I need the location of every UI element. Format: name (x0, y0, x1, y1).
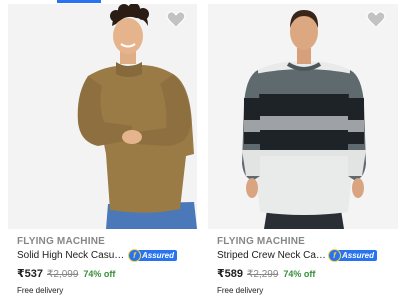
price-row: ₹589 ₹2,299 74% off (217, 267, 315, 280)
original-price: ₹2,299 (247, 269, 279, 280)
flipkart-logo-icon: f (328, 249, 341, 262)
assured-badge-label: Assured (336, 250, 378, 261)
product-title[interactable]: Striped Crew Neck Casu... (217, 250, 327, 261)
selling-price: ₹537 (17, 268, 44, 280)
product-brand: FLYING MACHINE (217, 236, 305, 247)
wishlist-heart-icon[interactable] (166, 10, 186, 28)
selling-price: ₹589 (217, 268, 244, 280)
wishlist-heart-icon[interactable] (366, 10, 386, 28)
product-brand: FLYING MACHINE (17, 236, 105, 247)
product-image[interactable] (8, 4, 197, 229)
product-image[interactable] (208, 4, 398, 229)
assured-badge: f Assured (128, 249, 178, 262)
original-price: ₹2,099 (47, 269, 79, 280)
discount-percent: 74% off (83, 269, 116, 279)
product-card[interactable]: FLYING MACHINE Striped Crew Neck Casu...… (203, 0, 400, 298)
discount-percent: 74% off (283, 269, 316, 279)
selected-indicator (57, 0, 101, 3)
assured-badge: f Assured (328, 249, 378, 262)
product-card[interactable]: FLYING MACHINE Solid High Neck Casual ..… (0, 0, 197, 298)
delivery-info: Free delivery (17, 286, 64, 295)
assured-badge-label: Assured (136, 250, 178, 261)
product-grid: FLYING MACHINE Solid High Neck Casual ..… (0, 0, 400, 298)
flipkart-logo-icon: f (128, 249, 141, 262)
price-row: ₹537 ₹2,099 74% off (17, 267, 115, 280)
delivery-info: Free delivery (217, 286, 264, 295)
product-title[interactable]: Solid High Neck Casual ... (17, 250, 127, 261)
